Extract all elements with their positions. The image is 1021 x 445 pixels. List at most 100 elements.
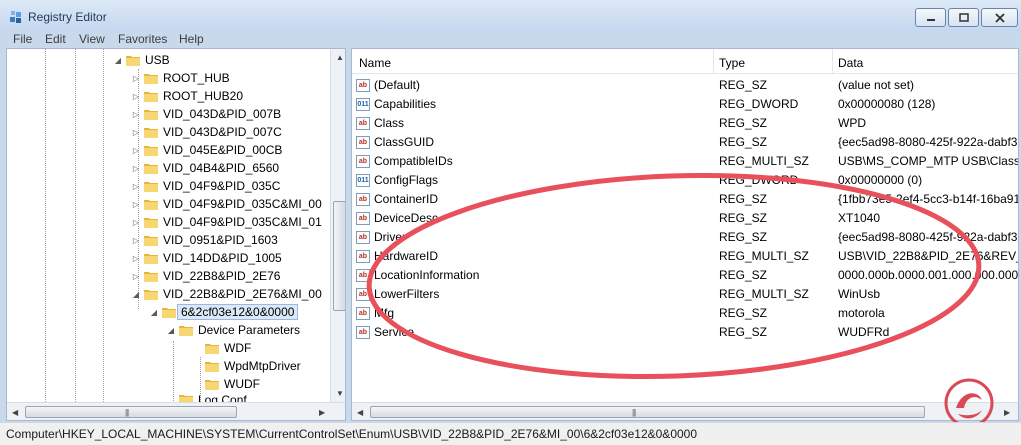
- string-value-icon: ab: [356, 307, 370, 320]
- value-row[interactable]: ab (Default) REG_SZ (value not set): [352, 76, 1018, 95]
- column-divider[interactable]: [713, 49, 714, 74]
- list-horizontal-scrollbar[interactable]: ◀ ||| ▶: [352, 402, 1018, 420]
- folder-open-icon: [126, 54, 140, 66]
- tree-node[interactable]: ▷ VID_0951&PID_1603: [131, 231, 278, 249]
- collapse-arrow-icon[interactable]: ◢: [113, 56, 123, 65]
- folder-icon: [205, 378, 219, 390]
- value-name: ClassGUID: [374, 135, 435, 149]
- column-header-type[interactable]: Type: [719, 56, 745, 70]
- scroll-down-arrow-icon[interactable]: ▼: [336, 389, 344, 398]
- scroll-right-arrow-icon[interactable]: ▶: [319, 408, 325, 417]
- value-row[interactable]: 011 ConfigFlags REG_DWORD 0x00000000 (0): [352, 171, 1018, 190]
- value-row[interactable]: ab ContainerID REG_SZ {1fbb73e5-2ef4-5cc3-b…: [352, 190, 1018, 209]
- value-row[interactable]: ab DeviceDesc REG_SZ XT1040: [352, 209, 1018, 228]
- expand-arrow-icon[interactable]: ▷: [131, 200, 141, 209]
- expand-arrow-icon[interactable]: ▷: [131, 128, 141, 137]
- value-row[interactable]: ab CompatibleIDs REG_MULTI_SZ USB\MS_COMP_M…: [352, 152, 1018, 171]
- value-row[interactable]: ab ClassGUID REG_SZ {eec5ad98-8080-425f-922…: [352, 133, 1018, 152]
- tree-node-label: WpdMtpDriver: [224, 359, 301, 373]
- tree-node[interactable]: ▷ VID_04F9&PID_035C: [131, 177, 280, 195]
- expand-arrow-icon[interactable]: ▷: [131, 254, 141, 263]
- scroll-left-arrow-icon[interactable]: ◀: [12, 408, 18, 417]
- tree-node-wdf[interactable]: WDF: [205, 339, 251, 357]
- folder-icon: [144, 72, 158, 84]
- column-header-name[interactable]: Name: [359, 56, 391, 70]
- folder-icon: [144, 108, 158, 120]
- scroll-up-arrow-icon[interactable]: ▲: [336, 53, 344, 62]
- column-divider[interactable]: [832, 49, 833, 74]
- tree-node-label: USB: [145, 53, 170, 67]
- tree-node[interactable]: ▷ VID_04B4&PID_6560: [131, 159, 279, 177]
- tree-node-selected[interactable]: ◢ 6&2cf03e12&0&0000: [149, 303, 299, 321]
- tree-node[interactable]: ▷ VID_043D&PID_007B: [131, 105, 281, 123]
- expand-arrow-icon[interactable]: ▷: [131, 146, 141, 155]
- menu-view[interactable]: View: [79, 32, 105, 46]
- value-name: DeviceDesc: [374, 211, 439, 225]
- tree-node-label: VID_045E&PID_00CB: [163, 143, 283, 157]
- tree-node-label: Device Parameters: [198, 323, 301, 337]
- value-row[interactable]: ab Mfg REG_SZ motorola: [352, 304, 1018, 323]
- value-type: REG_SZ: [719, 192, 768, 206]
- tree-node[interactable]: ▷ VID_045E&PID_00CB: [131, 141, 282, 159]
- expand-arrow-icon[interactable]: ▷: [131, 74, 141, 83]
- tree-node-wudf[interactable]: WUDF: [205, 375, 260, 393]
- expand-arrow-icon[interactable]: ▷: [131, 164, 141, 173]
- string-value-icon: ab: [356, 117, 370, 130]
- collapse-arrow-icon[interactable]: ◢: [166, 326, 176, 335]
- folder-icon: [144, 252, 158, 264]
- values-list-pane[interactable]: Name Type Data ab (Default) REG_SZ (value n…: [351, 48, 1019, 421]
- expand-arrow-icon[interactable]: ▷: [131, 236, 141, 245]
- scroll-thumb[interactable]: [333, 201, 345, 311]
- tree-node-label: VID_043D&PID_007B: [163, 107, 282, 121]
- expand-arrow-icon[interactable]: ▷: [131, 110, 141, 119]
- value-type: REG_SZ: [719, 135, 768, 149]
- tree-node[interactable]: ▷ VID_04F9&PID_035C&MI_01: [131, 213, 322, 231]
- menu-file[interactable]: File: [13, 32, 32, 46]
- tree-node[interactable]: ▷ VID_22B8&PID_2E76: [131, 267, 281, 285]
- tree-node[interactable]: ▷ ROOT_HUB: [131, 69, 230, 87]
- value-row[interactable]: ab HardwareID REG_MULTI_SZ USB\VID_22B8&PID…: [352, 247, 1018, 266]
- value-name: LowerFilters: [374, 287, 440, 301]
- scroll-thumb[interactable]: [370, 406, 925, 418]
- scroll-left-arrow-icon[interactable]: ◀: [357, 408, 363, 417]
- binary-value-icon: 011: [356, 174, 370, 187]
- value-row[interactable]: ab Class REG_SZ WPD: [352, 114, 1018, 133]
- tree-node-usb[interactable]: ◢ USB: [113, 51, 170, 69]
- expand-arrow-icon[interactable]: ▷: [131, 218, 141, 227]
- tree-node-label: ROOT_HUB20: [163, 89, 244, 103]
- value-row[interactable]: ab LowerFilters REG_MULTI_SZ WinUsb: [352, 285, 1018, 304]
- tree-node-label: ROOT_HUB: [163, 71, 230, 85]
- menu-help[interactable]: Help: [179, 32, 204, 46]
- tree-node[interactable]: ▷ VID_043D&PID_007C: [131, 123, 282, 141]
- value-data: motorola: [838, 306, 885, 320]
- maximize-button[interactable]: [948, 8, 979, 27]
- menu-edit[interactable]: Edit: [45, 32, 66, 46]
- tree-node[interactable]: ▷ VID_04F9&PID_035C&MI_00: [131, 195, 322, 213]
- folder-icon: [179, 393, 193, 402]
- value-row[interactable]: ab Driver REG_SZ {eec5ad98-8080-425f-922a-d…: [352, 228, 1018, 247]
- scroll-right-arrow-icon[interactable]: ▶: [1004, 408, 1010, 417]
- tree-horizontal-scrollbar[interactable]: ◀ ||| ▶: [7, 402, 345, 420]
- expand-arrow-icon[interactable]: ▷: [131, 272, 141, 281]
- tree-node-log-conf[interactable]: Log Conf: [179, 393, 247, 402]
- value-row[interactable]: 011 Capabilities REG_DWORD 0x00000080 (128): [352, 95, 1018, 114]
- minimize-button[interactable]: [915, 8, 946, 27]
- key-tree-pane[interactable]: ◢ USB ▷ ROOT_HUB ▷ ROOT_HUB20 ▷ VID_043D&PID_…: [6, 48, 346, 421]
- value-row[interactable]: ab LocationInformation REG_SZ 0000.000b.000…: [352, 266, 1018, 285]
- value-row[interactable]: ab Service REG_SZ WUDFRd: [352, 323, 1018, 342]
- tree-vertical-scrollbar[interactable]: ▲ ▼: [330, 49, 345, 402]
- scroll-thumb[interactable]: [25, 406, 237, 418]
- close-button[interactable]: [981, 8, 1018, 27]
- tree-node[interactable]: ▷ ROOT_HUB20: [131, 87, 243, 105]
- collapse-arrow-icon[interactable]: ◢: [149, 308, 159, 317]
- tree-node[interactable]: ▷ VID_14DD&PID_1005: [131, 249, 282, 267]
- tree-node-label: VID_04B4&PID_6560: [163, 161, 280, 175]
- column-header-data[interactable]: Data: [838, 56, 863, 70]
- expand-arrow-icon[interactable]: ▷: [131, 182, 141, 191]
- collapse-arrow-icon[interactable]: ◢: [131, 290, 141, 299]
- expand-arrow-icon[interactable]: ▷: [131, 92, 141, 101]
- tree-node-device-parameters[interactable]: ◢ Device Parameters: [166, 321, 300, 339]
- menu-favorites[interactable]: Favorites: [118, 32, 167, 46]
- tree-node[interactable]: ◢ VID_22B8&PID_2E76&MI_00: [131, 285, 322, 303]
- tree-node-wpdmtpdriver[interactable]: WpdMtpDriver: [205, 357, 301, 375]
